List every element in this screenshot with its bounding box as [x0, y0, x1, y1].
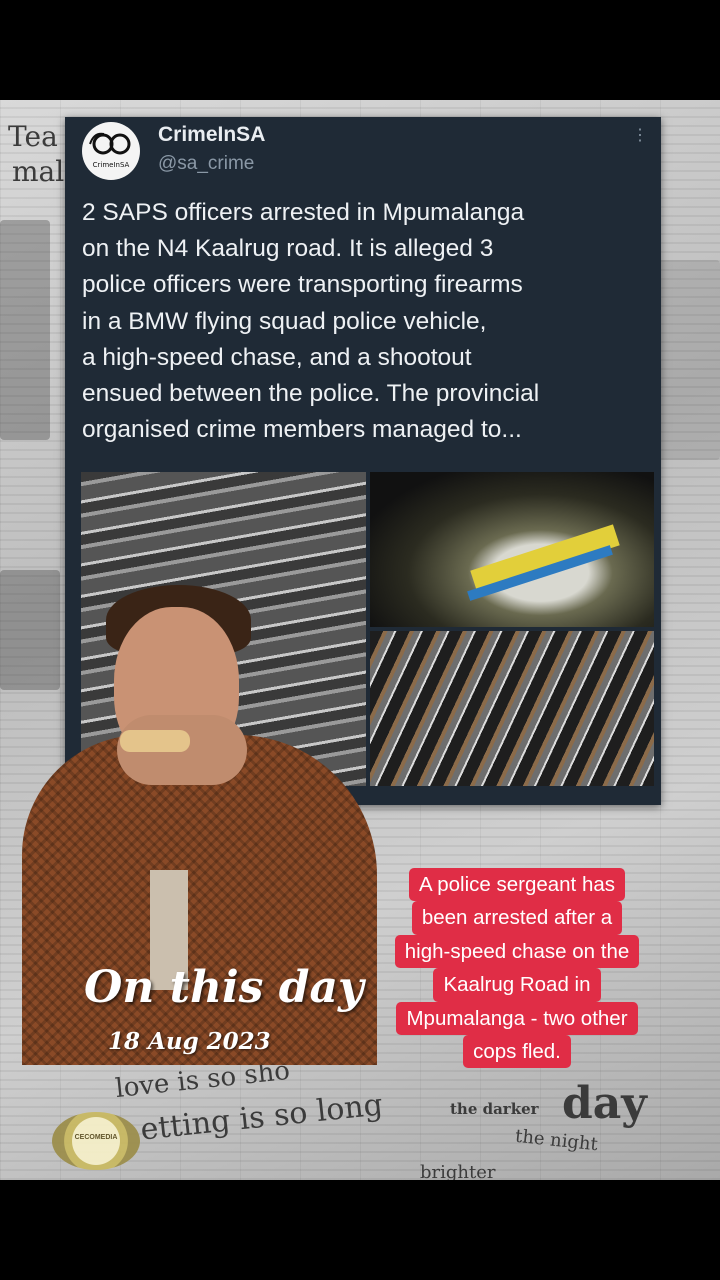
bottom-black-bar — [0, 1180, 720, 1280]
tweet-line: 2 SAPS officers arrested in Mpumalanga — [82, 199, 525, 226]
newspaper-text: day — [562, 1078, 647, 1129]
caption-line: been arrested after a — [411, 901, 623, 935]
newspaper-text: mal — [12, 155, 65, 188]
caption-line: Mpumalanga - two other — [396, 1001, 638, 1036]
tweet-line: in a BMW flying squad police vehicle, — [82, 307, 487, 335]
svg-text:CrimeInSA: CrimeInSA — [93, 161, 130, 169]
logo-text: CECOMEDIA — [74, 1134, 118, 1141]
avatar-logo-icon: CrimeInSA — [89, 132, 131, 169]
newspaper-text: brighter — [420, 1162, 496, 1180]
channel-logo: CECOMEDIA — [52, 1112, 140, 1170]
caption-line: high-speed chase on the — [394, 934, 640, 969]
rifles-photo[interactable] — [370, 631, 654, 786]
newspaper-text: the night — [514, 1125, 599, 1156]
on-this-day-date: 18 Aug 2023 — [108, 1028, 271, 1055]
caption-box: A police sergeant has been arrested afte… — [382, 868, 652, 1069]
tweet-line: ensued between the police. The provincia… — [82, 380, 540, 408]
sandwich — [120, 730, 190, 752]
avatar[interactable]: CrimeInSA — [82, 122, 140, 180]
caption-line: A police sergeant has — [408, 868, 626, 902]
caption-line: Kaalrug Road in — [433, 968, 601, 1002]
newspaper-text: the darker — [450, 1100, 539, 1118]
display-name[interactable]: CrimeInSA — [158, 123, 265, 147]
on-this-day-title: On this day — [84, 962, 364, 1013]
caption-line: cops fled. — [463, 1035, 571, 1069]
newspaper-text: Tea — [8, 120, 58, 153]
newspaper-photo — [0, 220, 50, 440]
tweet-line: organised crime members managed to... — [82, 416, 522, 444]
top-black-bar — [0, 0, 720, 100]
police-car-photo[interactable] — [370, 472, 654, 627]
tweet-line: on the N4 Kaalrug road. It is alleged 3 — [82, 235, 494, 263]
more-options-icon[interactable]: ⋮ — [632, 128, 648, 144]
user-handle[interactable]: @sa_crime — [158, 153, 254, 175]
tweet-line: police officers were transporting firear… — [82, 271, 523, 299]
tweet-line: a high-speed chase, and a shootout — [82, 343, 472, 371]
tweet-text: 2 SAPS officers arrested in Mpumalanga o… — [82, 195, 642, 448]
